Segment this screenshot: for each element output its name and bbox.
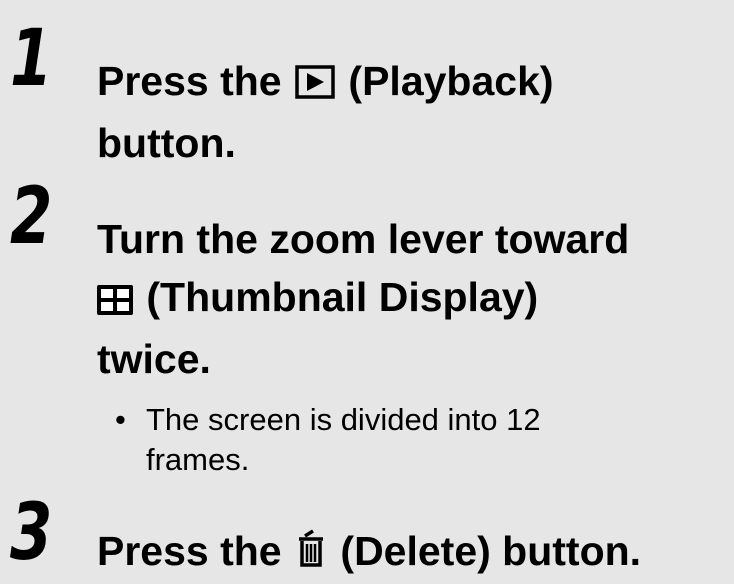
step-number-2: 2 (10, 172, 53, 262)
step-1-text-after-icon: (Playback) (348, 58, 554, 104)
step-1-line-2: button. (97, 120, 236, 166)
step-number-3: 3 (10, 488, 53, 578)
step-3-instruction: Press the (Delete) button. (97, 522, 641, 584)
thumbnail-display-icon (97, 272, 133, 330)
step-2-note: • The screen is divided into 12 frames. (115, 400, 541, 480)
step-2-line-1: Turn the zoom lever toward (97, 216, 630, 262)
step-number-1: 1 (10, 14, 53, 104)
step-2-line-2: (Thumbnail Display) (97, 268, 629, 330)
step-1-instruction: Press the (Playback) button. (97, 52, 554, 172)
step-2-text-after-icon: (Thumbnail Display) (146, 274, 539, 320)
step-2-instruction: Turn the zoom lever toward (Thumbnail Di… (97, 210, 629, 388)
step-1-text-before-icon: Press the (97, 58, 282, 104)
bullet-point: • (115, 402, 126, 437)
playback-icon (295, 56, 335, 114)
step-3-text-after-icon: (Delete) button. (340, 528, 642, 574)
note-line-2: frames. (146, 442, 250, 477)
delete-icon (295, 526, 327, 584)
step-3-text-before-icon: Press the (97, 528, 282, 574)
step-3-line-1: Press the (Delete) button. (97, 522, 641, 584)
step-1-line-1: Press the (Playback) (97, 52, 554, 114)
note-line-1: The screen is divided into 12 (146, 402, 541, 437)
step-2-line-3: twice. (97, 336, 211, 382)
